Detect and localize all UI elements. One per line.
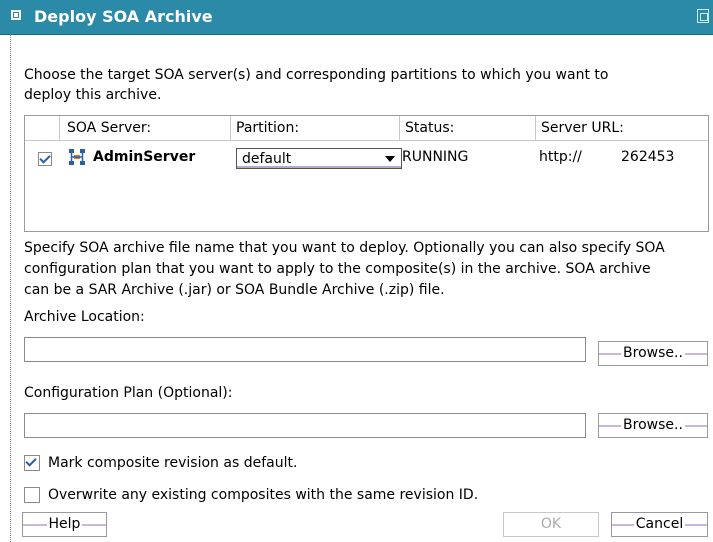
overwrite-label[interactable]: Overwrite any existing composites with t… [48,486,478,505]
column-header-server-url[interactable]: Server URL: [541,120,624,136]
help-button[interactable]: Help [22,512,107,537]
server-url-prefix: http:// [539,149,582,165]
config-browse-label: Browse.. [621,417,685,433]
column-separator [59,116,60,140]
servers-table: SOA Server: Partition: Status: Server UR… [24,115,709,232]
column-separator [399,116,400,140]
archive-text-line2: configuration plan that you want to appl… [24,261,651,277]
dropdown-accent [237,166,401,168]
archive-text-line1: Specify SOA archive file name that you w… [24,240,665,256]
overwrite-checkbox[interactable] [24,487,40,503]
column-separator [535,116,536,140]
help-label: Help [46,516,83,532]
restore-icon[interactable] [697,9,709,23]
config-browse-button[interactable]: Browse.. [598,413,708,438]
archive-location-label: Archive Location: [24,309,145,325]
dialog-left-border [10,34,11,542]
server-select-checkbox[interactable] [38,152,52,166]
archive-browse-label: Browse.. [621,345,685,361]
server-name: AdminServer [93,149,196,165]
mark-default-label[interactable]: Mark composite revision as default. [48,454,297,473]
title-bar: Deploy SOA Archive [0,0,713,35]
window-menu-icon[interactable] [11,10,21,20]
cancel-label: Cancel [633,516,686,532]
intro-text-line2: deploy this archive. [24,87,162,103]
ok-button[interactable]: OK [503,512,599,537]
cancel-button[interactable]: Cancel [611,512,708,537]
server-url-suffix: 262453 [621,149,675,165]
chevron-down-icon [385,156,395,162]
ok-label: OK [540,516,562,532]
archive-location-input[interactable] [24,337,586,362]
intro-text-line1: Choose the target SOA server(s) and corr… [24,67,609,83]
archive-browse-button[interactable]: Browse.. [598,341,708,366]
archive-text-line3: can be a SAR Archive (.jar) or SOA Bundl… [24,282,445,298]
column-header-soa-server[interactable]: SOA Server: [67,120,151,136]
header-divider [25,140,708,141]
mark-default-checkbox[interactable] [24,455,40,471]
window-title: Deploy SOA Archive [34,7,213,26]
column-header-partition[interactable]: Partition: [236,120,299,136]
partition-dropdown[interactable]: default [236,148,402,169]
server-icon [69,149,85,165]
config-plan-label: Configuration Plan (Optional): [24,385,233,401]
partition-value: default [242,151,292,167]
config-plan-input[interactable] [24,413,586,438]
column-separator [230,116,231,140]
server-status: RUNNING [402,149,469,165]
column-header-status[interactable]: Status: [405,120,454,136]
